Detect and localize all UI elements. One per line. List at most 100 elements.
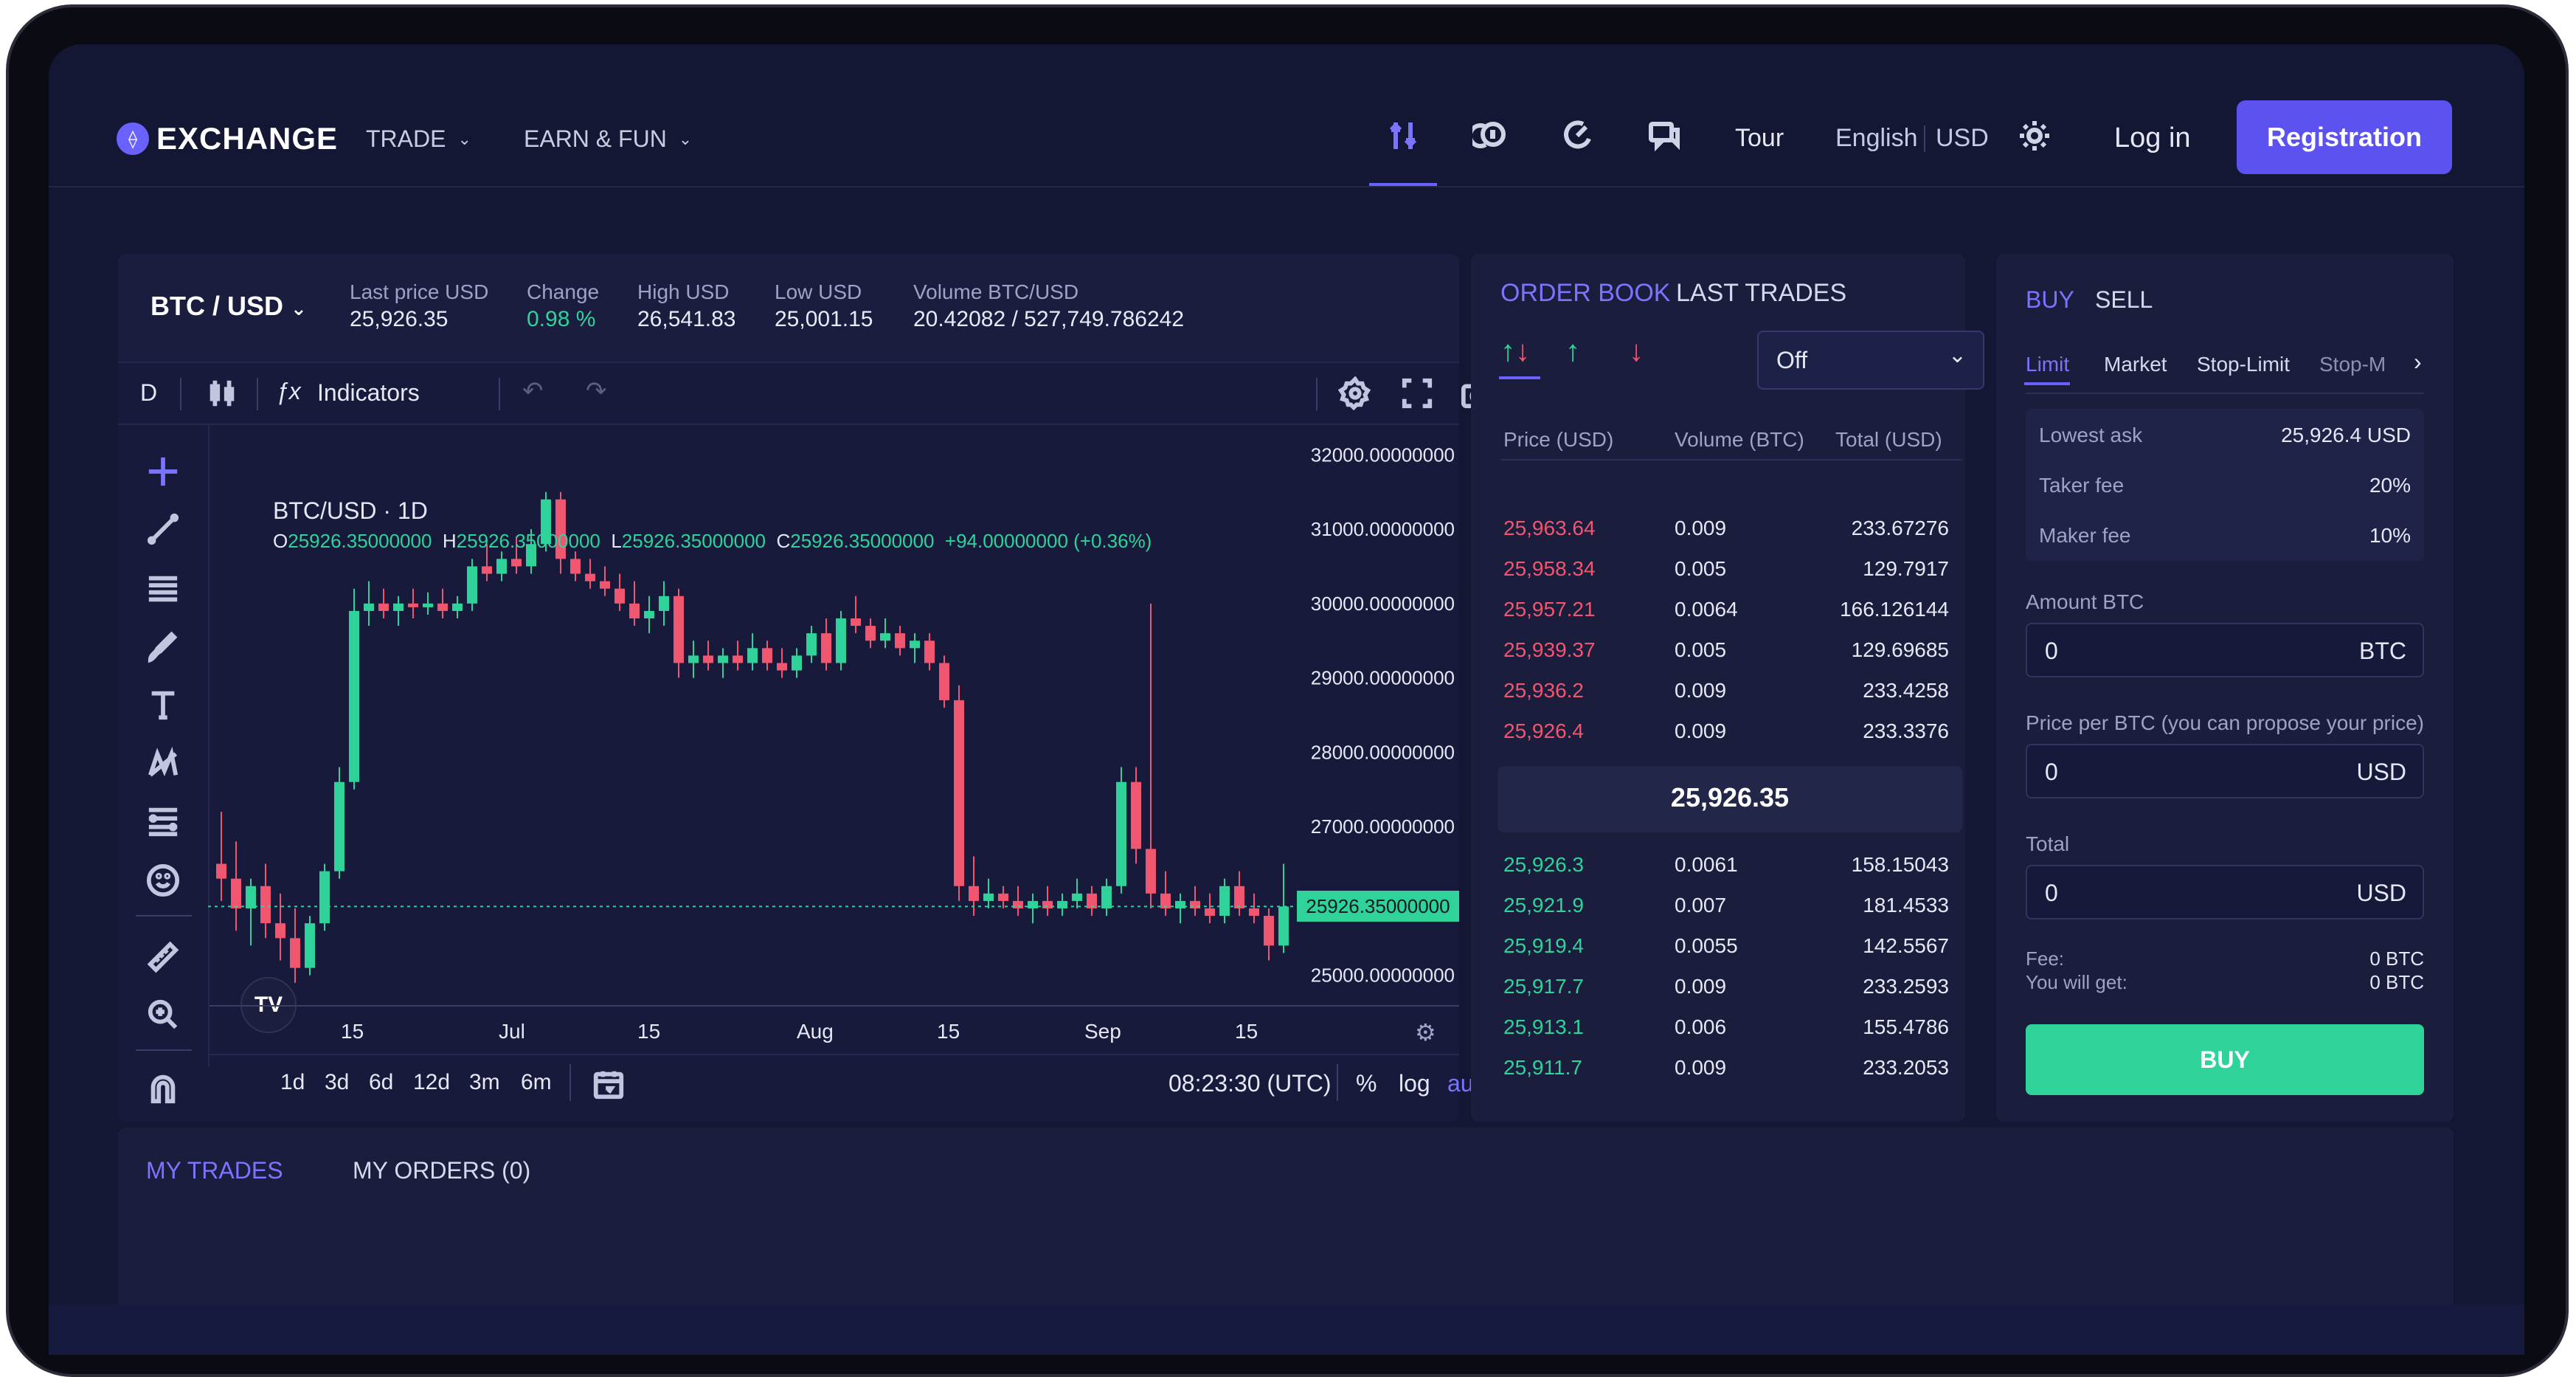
- tab-sell[interactable]: SELL: [2095, 286, 2153, 314]
- divider: [257, 378, 258, 410]
- gauge-icon[interactable]: [1558, 117, 1596, 155]
- grouping-select[interactable]: Off ⌄: [1757, 331, 1984, 390]
- coins-icon[interactable]: [1471, 117, 1509, 155]
- pair-selector[interactable]: BTC / USD ⌄: [150, 291, 307, 322]
- magnet-icon[interactable]: [146, 1071, 180, 1109]
- language-select[interactable]: English: [1835, 124, 1918, 153]
- indicators-button[interactable]: Indicators: [317, 379, 420, 407]
- chart-toolbar: D ƒx Indicators ↶ ↷: [118, 363, 1495, 425]
- bid-row[interactable]: 25,913.1 0.006 155.4786: [1503, 1015, 1949, 1055]
- nav-trade[interactable]: TRADE ⌄: [366, 125, 471, 153]
- crosshair-icon[interactable]: [146, 455, 180, 492]
- ask-row[interactable]: 25,958.34 0.005 129.7917: [1503, 557, 1949, 597]
- order-type-stop-market[interactable]: Stop-M: [2319, 353, 2386, 376]
- ask-row[interactable]: 25,963.64 0.009 233.67276: [1503, 517, 1949, 556]
- candle-body: [924, 641, 935, 663]
- bid-row[interactable]: 25,917.7 0.009 233.2593: [1503, 975, 1949, 1015]
- logo[interactable]: ⟠ EXCHANGE: [117, 121, 338, 156]
- chat-icon[interactable]: [1645, 117, 1683, 155]
- candle-body: [482, 566, 492, 574]
- y-tick-label: 28000.00000000: [1311, 741, 1455, 763]
- ask-row[interactable]: 25,936.2 0.009 233.4258: [1503, 679, 1949, 719]
- view-bids-icon[interactable]: ↑: [1565, 335, 1580, 368]
- y-tick-label: 30000.00000000: [1311, 593, 1455, 615]
- brush-icon[interactable]: [146, 630, 180, 668]
- buy-button[interactable]: BUY: [2026, 1024, 2424, 1095]
- total-input[interactable]: 0 USD: [2026, 865, 2424, 919]
- zoom-in-icon[interactable]: [146, 998, 180, 1035]
- fib-icon[interactable]: [146, 804, 180, 842]
- ask-row[interactable]: 25,939.37 0.005 129.69685: [1503, 638, 1949, 678]
- nav-earn[interactable]: EARN & FUN ⌄: [524, 125, 692, 153]
- price-value: 0: [2045, 759, 2058, 785]
- ask-total: 129.7917: [1863, 557, 1949, 580]
- fullscreen-icon[interactable]: [1400, 376, 1434, 414]
- price-input[interactable]: 0 USD: [2026, 744, 2424, 798]
- tab-buy[interactable]: BUY: [2026, 286, 2074, 314]
- bid-price: 25,911.7: [1503, 1056, 1582, 1079]
- registration-button[interactable]: Registration: [2237, 100, 2452, 174]
- pattern-icon[interactable]: [146, 746, 180, 784]
- range-button-12d[interactable]: 12d: [413, 1070, 450, 1095]
- settings-gear-icon[interactable]: [1337, 376, 1372, 414]
- x-tick-label: 15: [1235, 1020, 1258, 1043]
- range-button-3m[interactable]: 3m: [469, 1070, 500, 1095]
- amount-input[interactable]: 0 BTC: [2026, 623, 2424, 677]
- trendline-icon[interactable]: [146, 512, 180, 550]
- range-button-6d[interactable]: 6d: [369, 1070, 393, 1095]
- tab-order-book[interactable]: ORDER BOOK: [1500, 279, 1670, 308]
- view-both-icon[interactable]: ↑↓: [1500, 335, 1530, 368]
- chevron-right-icon[interactable]: ›: [2414, 348, 2422, 376]
- bid-row[interactable]: 25,919.4 0.0055 142.5567: [1503, 934, 1949, 974]
- ask-price: 25,958.34: [1503, 557, 1596, 580]
- get-label: You will get:: [2026, 971, 2127, 993]
- sun-icon[interactable]: [2015, 117, 2054, 155]
- bid-price: 25,919.4: [1503, 934, 1584, 957]
- emoji-icon[interactable]: [146, 863, 180, 901]
- ask-row[interactable]: 25,957.21 0.0064 166.126144: [1503, 598, 1949, 638]
- range-button-6m[interactable]: 6m: [521, 1070, 552, 1095]
- fee-label: Fee:: [2026, 948, 2065, 970]
- view-asks-icon[interactable]: ↓: [1629, 335, 1644, 368]
- bid-row[interactable]: 25,926.3 0.0061 158.15043: [1503, 853, 1949, 893]
- log-toggle[interactable]: log: [1399, 1070, 1430, 1097]
- info-label: Taker fee: [2039, 474, 2125, 497]
- y-tick-label: 25000.00000000: [1311, 964, 1455, 987]
- percent-toggle[interactable]: %: [1356, 1070, 1377, 1097]
- candle-body: [511, 559, 522, 567]
- candle-body: [806, 633, 817, 656]
- x-tick-label: Aug: [797, 1020, 834, 1043]
- calendar-icon[interactable]: [592, 1067, 626, 1105]
- order-type-market[interactable]: Market: [2104, 353, 2167, 376]
- login-link[interactable]: Log in: [2114, 122, 2191, 154]
- tab-my-orders[interactable]: MY ORDERS (0): [353, 1157, 530, 1184]
- bid-row[interactable]: 25,921.9 0.007 181.4533: [1503, 894, 1949, 933]
- range-button-1d[interactable]: 1d: [280, 1070, 305, 1095]
- settings-gear-icon[interactable]: ⚙: [1415, 1018, 1436, 1046]
- ruler-icon[interactable]: [146, 940, 180, 978]
- currency-select[interactable]: USD: [1936, 124, 1989, 153]
- order-type-stop-limit[interactable]: Stop-Limit: [2197, 353, 2290, 376]
- candle-body: [1072, 893, 1082, 901]
- candle-body: [452, 603, 463, 611]
- interval-button[interactable]: D: [140, 379, 157, 407]
- candle-body: [910, 641, 920, 649]
- candles-icon[interactable]: [205, 376, 239, 414]
- undo-icon[interactable]: ↶: [522, 376, 544, 406]
- ask-price: 25,936.2: [1503, 679, 1584, 702]
- range-button-3d[interactable]: 3d: [325, 1070, 349, 1095]
- exchange-icon[interactable]: [1384, 117, 1422, 155]
- bid-row[interactable]: 25,911.7 0.009 233.2053: [1503, 1056, 1949, 1096]
- order-type-limit[interactable]: Limit: [2026, 353, 2069, 376]
- redo-icon[interactable]: ↷: [586, 376, 607, 406]
- tab-my-trades[interactable]: MY TRADES: [146, 1157, 283, 1184]
- candle-body: [1028, 900, 1038, 908]
- tab-last-trades[interactable]: LAST TRADES: [1676, 279, 1846, 308]
- text-tool-icon[interactable]: [146, 688, 180, 725]
- tour-link[interactable]: Tour: [1735, 124, 1784, 153]
- column-header: Total (USD): [1835, 428, 1942, 451]
- candle-body: [1131, 781, 1141, 849]
- horizontal-lines-icon[interactable]: [146, 571, 180, 609]
- candle-body: [954, 700, 964, 886]
- ask-row[interactable]: 25,926.4 0.009 233.3376: [1503, 719, 1949, 759]
